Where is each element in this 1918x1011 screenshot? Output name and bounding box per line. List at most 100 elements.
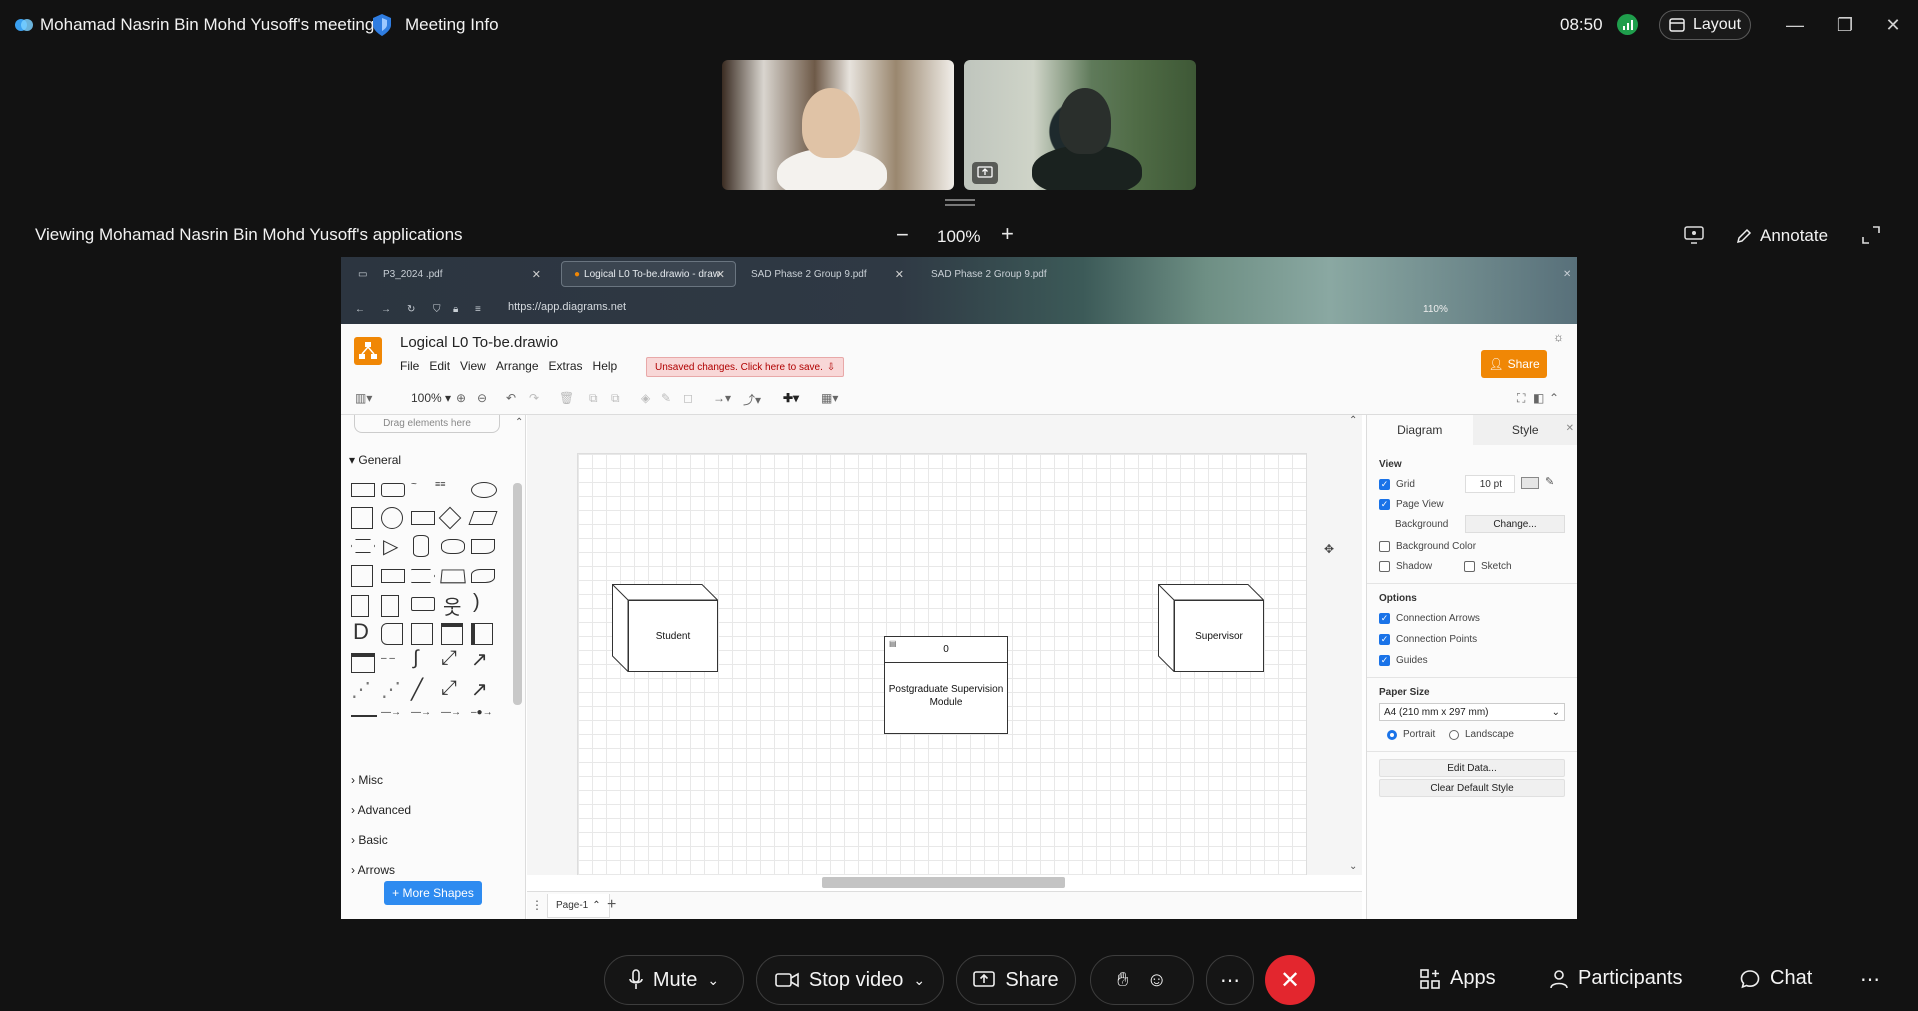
- participants-button[interactable]: Participants: [1550, 967, 1683, 990]
- radio-unselected-icon[interactable]: [1449, 729, 1459, 740]
- cloud-shape[interactable]: [441, 539, 465, 554]
- network-status-icon[interactable]: [1617, 14, 1638, 35]
- apps-button[interactable]: Apps: [1420, 967, 1496, 990]
- connector-with-label-shape[interactable]: –●→: [471, 707, 493, 718]
- menu-edit[interactable]: Edit: [429, 359, 450, 373]
- process-shape[interactable]: [411, 511, 435, 525]
- triangle-shape[interactable]: ▷: [383, 534, 398, 559]
- connection-arrows-row[interactable]: ✓ Connection Arrows: [1379, 613, 1480, 624]
- layout-button[interactable]: Layout: [1659, 10, 1751, 40]
- tab-style[interactable]: Style: [1472, 415, 1577, 445]
- panel-toggle-icon[interactable]: ◧: [1533, 391, 1544, 405]
- radio-selected-icon[interactable]: [1387, 729, 1397, 740]
- rectangle-shape[interactable]: [351, 483, 375, 497]
- stop-video-button[interactable]: Stop video ⌄: [756, 955, 944, 1005]
- student-entity[interactable]: Student: [612, 584, 718, 672]
- tab-close-icon[interactable]: ✕: [532, 268, 541, 281]
- tab-diagram[interactable]: Diagram: [1367, 415, 1473, 445]
- shadow-row[interactable]: Shadow: [1379, 561, 1432, 572]
- browser-tab-1[interactable]: P3_2024 .pdf ✕: [371, 261, 551, 287]
- bidirectional-connector-shape[interactable]: ⤢: [441, 677, 457, 700]
- diagram-canvas[interactable]: Student ▤ 0 Postgraduate Supervision Mod…: [527, 415, 1362, 875]
- delay-shape[interactable]: D: [353, 619, 369, 645]
- page-view-row[interactable]: ✓ Page View: [1379, 499, 1444, 510]
- shape-palette[interactable]: ~ ≡≡ ▷ 웃 ) D – – ∫ ⤢ ↗ ⋰ ⋰ ╱ ⤢ ↗ —→ —→ —…: [351, 477, 501, 737]
- participant-video-1[interactable]: [722, 60, 954, 190]
- tab-list-icon[interactable]: ▭: [346, 261, 367, 287]
- to-front-icon[interactable]: ⧉: [589, 391, 598, 406]
- reload-icon[interactable]: ↻: [395, 296, 415, 322]
- checkbox-checked-icon[interactable]: ✓: [1379, 479, 1390, 490]
- zoom-out-icon[interactable]: ⊖: [477, 391, 487, 405]
- sketch-row[interactable]: Sketch: [1464, 561, 1512, 572]
- arrow-shape[interactable]: ↗: [471, 647, 488, 672]
- more-options-button[interactable]: ⋯: [1206, 955, 1254, 1005]
- checkbox-checked-icon[interactable]: ✓: [1379, 634, 1390, 645]
- browser-close-icon[interactable]: ✕: [1551, 261, 1571, 287]
- or-shape[interactable]: ): [473, 591, 480, 614]
- background-color-row[interactable]: Background Color: [1379, 541, 1476, 552]
- zoom-dropdown[interactable]: 100% ▾: [411, 391, 451, 405]
- lock-icon[interactable]: 🔒︎: [441, 296, 458, 322]
- checkbox-unchecked-icon[interactable]: [1379, 561, 1390, 572]
- back-icon[interactable]: ←: [343, 296, 365, 322]
- resize-handle[interactable]: [945, 199, 975, 206]
- category-basic[interactable]: › Basic: [351, 833, 388, 847]
- more-icon[interactable]: ⋯: [1860, 967, 1880, 992]
- container-shape[interactable]: [441, 623, 463, 645]
- cylinder-shape[interactable]: [413, 535, 429, 557]
- delete-icon[interactable]: 🗑︎: [559, 391, 574, 405]
- zoom-in-button[interactable]: +: [1001, 221, 1014, 247]
- hexagon-shape[interactable]: [351, 539, 375, 553]
- browser-tab-2[interactable]: ● Logical L0 To-be.drawio - draw ✕: [561, 261, 736, 287]
- remote-control-icon[interactable]: [1684, 226, 1704, 244]
- change-background-button[interactable]: Change...: [1465, 515, 1565, 533]
- note-shape[interactable]: [351, 595, 369, 617]
- chevron-down-icon[interactable]: ⌄: [707, 972, 719, 989]
- grid-color-swatch[interactable]: [1521, 477, 1539, 489]
- share-button[interactable]: Share: [956, 955, 1076, 1005]
- undo-icon[interactable]: ↶: [506, 391, 516, 405]
- restore-icon[interactable]: ❐: [1834, 14, 1856, 36]
- theme-icon[interactable]: ☼: [1553, 330, 1564, 344]
- clear-default-style-button[interactable]: Clear Default Style: [1379, 779, 1565, 797]
- scroll-up-icon[interactable]: ⌃: [1349, 415, 1357, 426]
- mute-button[interactable]: Mute ⌄: [604, 955, 744, 1005]
- list-item-shape[interactable]: – –: [381, 653, 395, 664]
- dotted-line-shape[interactable]: ⋰: [381, 677, 401, 702]
- ellipse-shape[interactable]: [471, 482, 497, 498]
- shield-icon[interactable]: [372, 13, 392, 37]
- link-arrow-shape[interactable]: —→: [381, 707, 401, 718]
- raise-hand-icon[interactable]: ✋︎: [1117, 969, 1128, 992]
- diamond-shape[interactable]: [438, 506, 462, 530]
- checkbox-checked-icon[interactable]: ✓: [1379, 655, 1390, 666]
- scroll-down-icon[interactable]: ⌄: [1349, 861, 1357, 872]
- list-shape[interactable]: [351, 653, 375, 673]
- curve-shape[interactable]: ∫: [413, 647, 418, 670]
- callout-shape[interactable]: [411, 597, 435, 611]
- tab-close-icon[interactable]: ✕: [716, 268, 725, 281]
- zoom-out-button[interactable]: −: [896, 222, 909, 248]
- menu-view[interactable]: View: [460, 359, 486, 373]
- zoom-in-icon[interactable]: ⊕: [456, 391, 466, 405]
- end-call-button[interactable]: ✕: [1265, 955, 1315, 1005]
- fullscreen-icon[interactable]: ⛶: [1517, 391, 1525, 406]
- link-shape[interactable]: [351, 715, 377, 717]
- table-icon[interactable]: ▦▾: [821, 391, 838, 405]
- portrait-option[interactable]: Portrait: [1387, 729, 1435, 740]
- connection-icon[interactable]: →▾: [713, 391, 731, 405]
- horizontal-scrollbar[interactable]: [822, 877, 1065, 888]
- labeled-link2-shape[interactable]: —→: [441, 707, 461, 718]
- guides-row[interactable]: ✓ Guides: [1379, 655, 1428, 666]
- actor-shape[interactable]: 웃: [443, 591, 461, 620]
- edit-data-button[interactable]: Edit Data...: [1379, 759, 1565, 777]
- reactions-icon[interactable]: ☺: [1146, 969, 1166, 992]
- pages-menu-icon[interactable]: ⋮: [531, 898, 543, 912]
- chevron-down-icon[interactable]: ⌄: [913, 972, 925, 989]
- drawio-logo-icon[interactable]: [354, 337, 382, 365]
- square-shape[interactable]: [351, 507, 373, 529]
- line-color-icon[interactable]: ✎: [661, 391, 671, 405]
- scroll-up-icon[interactable]: ⌃: [515, 417, 523, 428]
- category-advanced[interactable]: › Advanced: [351, 803, 411, 817]
- unsaved-changes-button[interactable]: Unsaved changes. Click here to save. ⇩: [646, 357, 845, 377]
